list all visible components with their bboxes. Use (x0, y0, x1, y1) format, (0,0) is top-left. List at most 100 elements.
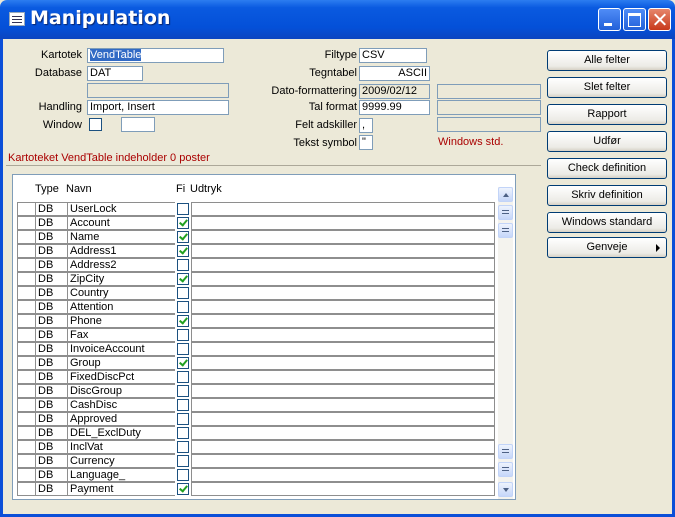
scroll-page-up-icon[interactable] (498, 205, 513, 220)
scroll-bottom-icon[interactable] (498, 444, 513, 459)
row-type[interactable]: DB (35, 342, 67, 356)
genveje-button[interactable]: Genveje (547, 237, 667, 258)
table-row[interactable]: DB UserLock (17, 202, 495, 216)
rapport-button[interactable]: Rapport (547, 104, 667, 125)
row-type[interactable]: DB (35, 398, 67, 412)
row-fi-checkbox[interactable] (177, 469, 189, 481)
row-udtryk[interactable] (191, 468, 495, 482)
row-name[interactable]: DiscGroup (67, 384, 175, 398)
tal-format-field[interactable]: 9999.99 (359, 100, 430, 115)
row-name[interactable]: Attention (67, 300, 175, 314)
row-fi-checkbox[interactable] (177, 203, 189, 215)
row-fi-checkbox[interactable] (177, 259, 189, 271)
table-row[interactable]: DB Attention (17, 300, 495, 314)
row-udtryk[interactable] (191, 384, 495, 398)
row-indicator[interactable] (17, 258, 35, 272)
row-name[interactable]: Address1 (67, 244, 175, 258)
row-indicator[interactable] (17, 356, 35, 370)
window-checkbox[interactable] (89, 118, 102, 131)
row-name[interactable]: ZipCity (67, 272, 175, 286)
scroll-up-icon[interactable] (498, 187, 513, 202)
scroll-page-down-icon[interactable] (498, 462, 513, 477)
row-udtryk[interactable] (191, 482, 495, 496)
table-row[interactable]: DB FixedDiscPct (17, 370, 495, 384)
row-type[interactable]: DB (35, 370, 67, 384)
row-type[interactable]: DB (35, 384, 67, 398)
windows-standard-button[interactable]: Windows standard (547, 212, 667, 233)
tekst-symbol-field[interactable]: " (359, 135, 373, 150)
row-indicator[interactable] (17, 328, 35, 342)
row-fi-checkbox[interactable] (177, 357, 189, 369)
table-row[interactable]: DB Address2 (17, 258, 495, 272)
row-indicator[interactable] (17, 244, 35, 258)
row-name[interactable]: Name (67, 230, 175, 244)
scroll-down-icon[interactable] (498, 482, 513, 497)
row-indicator[interactable] (17, 272, 35, 286)
row-name[interactable]: Address2 (67, 258, 175, 272)
row-udtryk[interactable] (191, 314, 495, 328)
row-fi-checkbox[interactable] (177, 413, 189, 425)
row-fi-checkbox[interactable] (177, 441, 189, 453)
table-row[interactable]: DB Phone (17, 314, 495, 328)
row-type[interactable]: DB (35, 272, 67, 286)
row-fi-checkbox[interactable] (177, 217, 189, 229)
row-udtryk[interactable] (191, 286, 495, 300)
row-fi-checkbox[interactable] (177, 301, 189, 313)
title-bar[interactable]: Manipulation (0, 0, 675, 39)
row-name[interactable]: InclVat (67, 440, 175, 454)
table-row[interactable]: DB Address1 (17, 244, 495, 258)
table-row[interactable]: DB CashDisc (17, 398, 495, 412)
row-type[interactable]: DB (35, 356, 67, 370)
row-fi-checkbox[interactable] (177, 371, 189, 383)
row-type[interactable]: DB (35, 244, 67, 258)
row-fi-checkbox[interactable] (177, 399, 189, 411)
kartotek-field[interactable]: VendTable (87, 48, 224, 63)
table-row[interactable]: DB Language_ (17, 468, 495, 482)
scroll-top-icon[interactable] (498, 223, 513, 238)
table-row[interactable]: DB Country (17, 286, 495, 300)
row-indicator[interactable] (17, 300, 35, 314)
row-name[interactable]: DEL_ExclDuty (67, 426, 175, 440)
table-row[interactable]: DB Name (17, 230, 495, 244)
row-udtryk[interactable] (191, 440, 495, 454)
row-name[interactable]: InvoiceAccount (67, 342, 175, 356)
table-row[interactable]: DB DEL_ExclDuty (17, 426, 495, 440)
database-field[interactable]: DAT (87, 66, 143, 81)
table-row[interactable]: DB Approved (17, 412, 495, 426)
filtype-field[interactable]: CSV (359, 48, 427, 63)
row-type[interactable]: DB (35, 328, 67, 342)
row-type[interactable]: DB (35, 258, 67, 272)
row-fi-checkbox[interactable] (177, 329, 189, 341)
row-name[interactable]: Group (67, 356, 175, 370)
row-indicator[interactable] (17, 482, 35, 496)
row-indicator[interactable] (17, 398, 35, 412)
window-form-icon[interactable] (9, 12, 25, 26)
row-fi-checkbox[interactable] (177, 287, 189, 299)
row-name[interactable]: FixedDiscPct (67, 370, 175, 384)
row-type[interactable]: DB (35, 426, 67, 440)
table-row[interactable]: DB Fax (17, 328, 495, 342)
row-udtryk[interactable] (191, 426, 495, 440)
maximize-button[interactable] (623, 8, 646, 31)
row-type[interactable]: DB (35, 300, 67, 314)
row-indicator[interactable] (17, 216, 35, 230)
row-fi-checkbox[interactable] (177, 343, 189, 355)
close-button[interactable] (648, 8, 671, 31)
row-indicator[interactable] (17, 426, 35, 440)
slet-felter-button[interactable]: Slet felter (547, 77, 667, 98)
row-indicator[interactable] (17, 314, 35, 328)
row-fi-checkbox[interactable] (177, 455, 189, 467)
fields-grid[interactable]: Type Navn Fi Udtryk DB UserLock DB Account D… (12, 174, 516, 500)
row-udtryk[interactable] (191, 370, 495, 384)
row-udtryk[interactable] (191, 398, 495, 412)
felt-adskiller-field[interactable]: , (359, 118, 373, 133)
row-name[interactable]: Country (67, 286, 175, 300)
row-udtryk[interactable] (191, 356, 495, 370)
row-type[interactable]: DB (35, 230, 67, 244)
row-fi-checkbox[interactable] (177, 273, 189, 285)
row-type[interactable]: DB (35, 216, 67, 230)
row-type[interactable]: DB (35, 286, 67, 300)
table-row[interactable]: DB InvoiceAccount (17, 342, 495, 356)
row-indicator[interactable] (17, 342, 35, 356)
dato-formattering-field[interactable]: 2009/02/12 (359, 84, 430, 99)
